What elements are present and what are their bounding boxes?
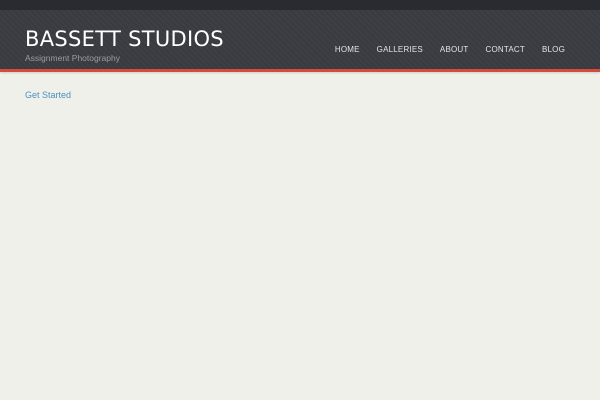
site-header: BASSETT STUDIOS Assignment Photography H… <box>0 10 600 69</box>
site-title[interactable]: BASSETT STUDIOS <box>25 26 224 52</box>
top-strip <box>0 0 600 10</box>
nav-item-home[interactable]: HOME <box>335 45 360 55</box>
nav-item-galleries[interactable]: GALLERIES <box>377 45 423 55</box>
main-nav: HOME GALLERIES ABOUT CONTACT BLOG <box>335 45 565 55</box>
header-accent-divider <box>0 69 600 72</box>
nav-item-blog[interactable]: BLOG <box>542 45 565 55</box>
get-started-link[interactable]: Get Started <box>25 90 71 101</box>
site-tagline: Assignment Photography <box>25 53 120 63</box>
nav-item-about[interactable]: ABOUT <box>440 45 469 55</box>
nav-item-contact[interactable]: CONTACT <box>485 45 524 55</box>
